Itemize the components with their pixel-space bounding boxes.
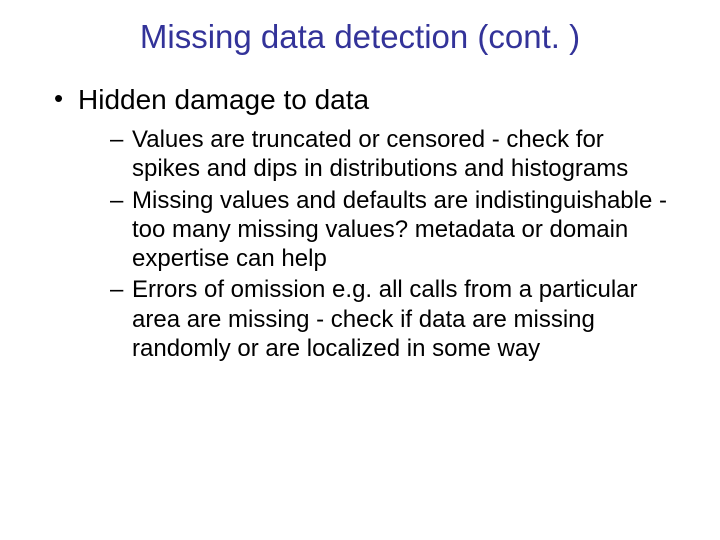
bullet-text: Missing values and defaults are indistin… <box>132 187 667 273</box>
list-item: Hidden damage to data Values are truncat… <box>52 82 670 363</box>
bullet-text: Hidden damage to data <box>78 84 369 115</box>
bullet-list-level2: Values are truncated or censored - check… <box>110 125 670 363</box>
slide-content: Missing data detection (cont. ) Hidden d… <box>0 0 720 395</box>
bullet-text: Errors of omission e.g. all calls from a… <box>132 276 638 362</box>
bullet-list-level1: Hidden damage to data Values are truncat… <box>52 82 670 363</box>
list-item: Values are truncated or censored - check… <box>110 125 670 184</box>
list-item: Missing values and defaults are indistin… <box>110 186 670 274</box>
bullet-text: Values are truncated or censored - check… <box>132 126 628 182</box>
list-item: Errors of omission e.g. all calls from a… <box>110 275 670 363</box>
slide-title: Missing data detection (cont. ) <box>50 18 670 56</box>
